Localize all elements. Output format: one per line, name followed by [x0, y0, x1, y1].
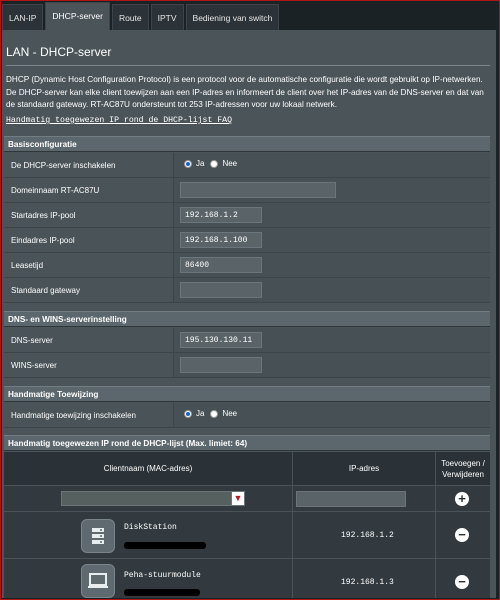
tab-switch-control[interactable]: Bediening van switch — [185, 4, 280, 30]
row-wins-server: WINS-server — [4, 353, 490, 378]
dhcp-enable-no-radio[interactable] — [210, 159, 219, 168]
table-header: Clientnaam (MAC-adres) IP-adres Toevoege… — [4, 452, 490, 485]
laptop-icon — [81, 564, 115, 598]
section-manual-assignment: Handmatige Toewijzing — [4, 386, 490, 402]
device-ip: 192.168.1.3 — [341, 578, 394, 587]
domain-name-label: Domeinnaam RT-AC87U — [4, 178, 174, 203]
row-ip-pool-start: Startadres IP-pool 192.168.1.2 — [4, 203, 490, 228]
col-client-name: Clientnaam (MAC-adres) — [4, 452, 293, 485]
ip-pool-start-label: Startadres IP-pool — [4, 203, 174, 228]
default-gateway-input[interactable] — [180, 282, 262, 298]
row-dns-server: DNS-server 195.130.130.11 — [4, 328, 490, 353]
content-panel: LAN - DHCP-server DHCP (Dynamic Host Con… — [2, 30, 496, 598]
wins-server-input[interactable] — [180, 357, 262, 373]
chevron-down-icon[interactable]: ▼ — [231, 491, 245, 506]
row-lease-time: Leasetijd 86400 — [4, 253, 490, 278]
dhcp-enable-label: De DHCP-server inschakelen — [4, 153, 174, 178]
section-dns-wins: DNS- en WINS-serverinstelling — [4, 311, 490, 327]
remove-entry-button[interactable]: − — [455, 575, 469, 589]
section-basic-config: Basisconfiguratie — [4, 136, 490, 152]
wins-server-label: WINS-server — [4, 353, 174, 378]
title-divider — [6, 65, 490, 66]
dns-server-input[interactable]: 195.130.130.11 — [180, 332, 262, 348]
tab-iptv[interactable]: IPTV — [150, 4, 184, 30]
manual-enable-no-label: Nee — [222, 409, 238, 418]
client-select[interactable] — [61, 491, 236, 506]
section-manual-list: Handmatig toegewezen IP rond de DHCP-lij… — [4, 435, 490, 451]
remove-entry-button[interactable]: − — [455, 528, 469, 542]
table-row: Peha-stuurmodule 192.168.1.3 − — [4, 558, 490, 598]
col-ip-address: IP-adres — [293, 452, 436, 485]
row-ip-pool-end: Eindadres IP-pool 192.168.1.100 — [4, 228, 490, 253]
redacted-mac — [124, 542, 206, 549]
redacted-mac — [124, 589, 200, 596]
dhcp-enable-no-label: Nee — [222, 159, 238, 168]
ip-pool-end-label: Eindadres IP-pool — [4, 228, 174, 253]
dhcp-enable-yes-radio[interactable] — [184, 159, 192, 168]
col-add-remove: Toevoegen / Verwijderen — [441, 458, 485, 479]
default-gateway-label: Standaard gateway — [4, 278, 174, 303]
row-default-gateway: Standaard gateway — [4, 278, 490, 303]
domain-name-input[interactable] — [180, 182, 336, 198]
lease-time-label: Leasetijd — [4, 253, 174, 278]
page-title: LAN - DHCP-server — [6, 45, 112, 59]
page-description: DHCP (Dynamic Host Configuration Protoco… — [6, 75, 484, 109]
lease-time-input[interactable]: 86400 — [180, 257, 262, 273]
tab-lan-ip[interactable]: LAN-IP — [2, 4, 44, 30]
row-dhcp-enable: De DHCP-server inschakelen Ja Nee — [4, 153, 490, 178]
table-row: DiskStation 192.168.1.2 − — [4, 511, 490, 558]
new-ip-input[interactable] — [296, 491, 406, 507]
manual-enable-yes-radio[interactable] — [184, 409, 192, 418]
manual-enable-no-radio[interactable] — [210, 409, 219, 418]
manual-enable-yes-label: Ja — [196, 409, 205, 418]
add-entry-row: ▼ + — [4, 485, 490, 511]
row-manual-enable: Handmatige toewijzing inschakelen Ja Nee — [4, 403, 490, 428]
tab-bar: LAN-IP DHCP-server Route IPTV Bediening … — [2, 2, 280, 30]
ip-pool-end-input[interactable]: 192.168.1.100 — [180, 232, 262, 248]
device-name: Peha-stuurmodule — [124, 571, 201, 580]
device-name: DiskStation — [124, 523, 177, 532]
faq-link[interactable]: Handmatig toegewezen IP rond de DHCP-lij… — [6, 116, 232, 125]
manual-enable-label: Handmatige toewijzing inschakelen — [4, 403, 174, 428]
ip-pool-start-input[interactable]: 192.168.1.2 — [180, 207, 262, 223]
tab-dhcp-server[interactable]: DHCP-server — [45, 2, 110, 30]
row-domain-name: Domeinnaam RT-AC87U — [4, 178, 490, 203]
tab-route[interactable]: Route — [111, 4, 149, 30]
dns-server-label: DNS-server — [4, 328, 174, 353]
add-entry-button[interactable]: + — [455, 492, 469, 506]
dhcp-enable-yes-label: Ja — [196, 159, 205, 168]
device-ip: 192.168.1.2 — [341, 531, 394, 540]
server-icon — [81, 519, 115, 553]
